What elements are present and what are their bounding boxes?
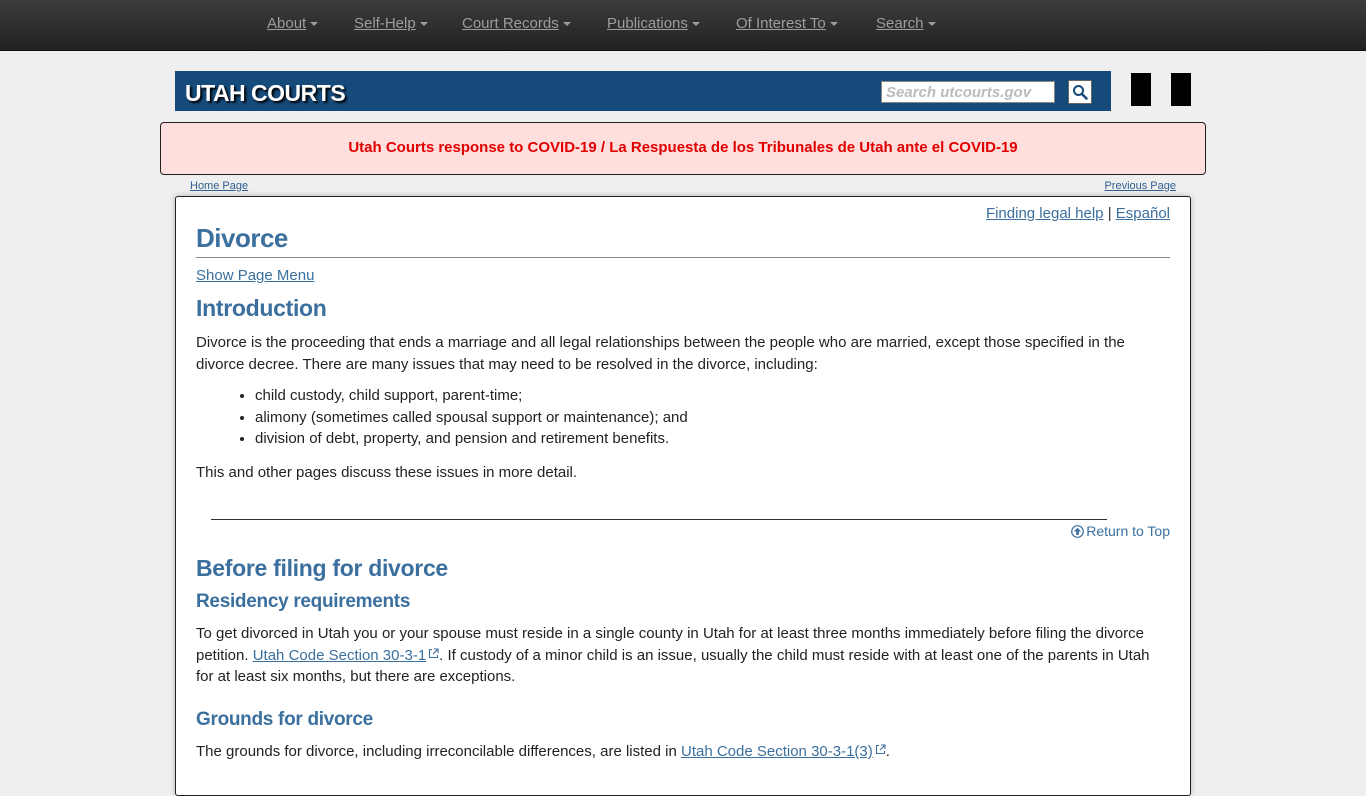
return-to-top-label: Return to Top: [1086, 523, 1170, 539]
grounds-text-a: The grounds for divorce, including irrec…: [196, 743, 681, 760]
top-navbar: About Self-Help Court Records Publicatio…: [0, 0, 1366, 51]
social-icon-placeholder[interactable]: [1131, 73, 1151, 106]
caret-down-icon: [310, 22, 319, 27]
caret-down-icon: [829, 22, 838, 27]
grounds-heading: Grounds for divorce: [196, 709, 373, 730]
covid-alert-link[interactable]: Utah Courts response to COVID-19 / La Re…: [348, 139, 1017, 156]
external-link-icon: [429, 647, 439, 658]
before-filing-heading: Before filing for divorce: [196, 555, 448, 581]
grounds-paragraph: The grounds for divorce, including irrec…: [196, 741, 1166, 763]
caret-down-icon: [691, 22, 700, 27]
grounds-text-b: .: [885, 743, 890, 760]
page-title: Divorce: [196, 223, 1170, 258]
issues-list: child custody, child support, parent-tim…: [196, 385, 688, 450]
search-button[interactable]: [1068, 80, 1092, 104]
nav-of-interest-to[interactable]: Of Interest To: [736, 15, 838, 35]
nav-of-interest-label: Of Interest To: [736, 15, 826, 32]
magnifier-icon: [1073, 85, 1088, 100]
search-input[interactable]: [881, 81, 1055, 103]
introduction-heading: Introduction: [196, 295, 327, 321]
top-links: Finding legal help | Español: [986, 205, 1170, 222]
espanol-link[interactable]: Español: [1116, 205, 1170, 222]
list-item: child custody, child support, parent-tim…: [255, 385, 688, 407]
site-logo[interactable]: UTAH COURTS: [185, 80, 346, 107]
list-item: division of debt, property, and pension …: [255, 428, 688, 450]
caret-down-icon: [419, 22, 428, 27]
show-page-menu-link[interactable]: Show Page Menu: [196, 267, 314, 284]
nav-about[interactable]: About: [267, 15, 319, 35]
intro-closing-paragraph: This and other pages discuss these issue…: [196, 464, 578, 481]
utah-code-30-3-1-3-link[interactable]: Utah Code Section 30-3-1(3): [681, 743, 873, 760]
nav-publications[interactable]: Publications: [607, 15, 700, 35]
intro-paragraph: Divorce is the proceeding that ends a ma…: [196, 334, 1125, 373]
residency-paragraph: To get divorced in Utah you or your spou…: [196, 623, 1166, 688]
covid-alert: Utah Courts response to COVID-19 / La Re…: [160, 122, 1206, 175]
nav-about-label: About: [267, 15, 307, 32]
nav-court-records-label: Court Records: [462, 15, 559, 32]
nav-search-label: Search: [876, 15, 924, 32]
finding-legal-help-link[interactable]: Finding legal help: [986, 205, 1104, 222]
home-page-link[interactable]: Home Page: [190, 180, 248, 192]
header-banner: UTAH COURTS: [175, 71, 1111, 111]
arrow-up-circle-icon: [1071, 525, 1085, 538]
social-icon-placeholder[interactable]: [1171, 73, 1191, 106]
link-separator: |: [1107, 205, 1112, 222]
nav-self-help-label: Self-Help: [354, 15, 416, 32]
list-item: alimony (sometimes called spousal suppor…: [255, 407, 688, 429]
residency-heading: Residency requirements: [196, 591, 411, 612]
previous-page-link[interactable]: Previous Page: [1104, 180, 1176, 192]
caret-down-icon: [562, 22, 571, 27]
return-to-top-link[interactable]: Return to Top: [1071, 523, 1170, 539]
content-card: Finding legal help | Español Divorce Sho…: [175, 196, 1191, 796]
external-link-icon: [875, 744, 886, 755]
nav-court-records[interactable]: Court Records: [462, 15, 571, 35]
section-divider: [211, 519, 1107, 520]
nav-self-help[interactable]: Self-Help: [354, 15, 428, 35]
caret-down-icon: [927, 22, 936, 27]
nav-publications-label: Publications: [607, 15, 688, 32]
utah-code-30-3-1-link[interactable]: Utah Code Section 30-3-1: [253, 647, 426, 664]
nav-search[interactable]: Search: [876, 15, 936, 35]
